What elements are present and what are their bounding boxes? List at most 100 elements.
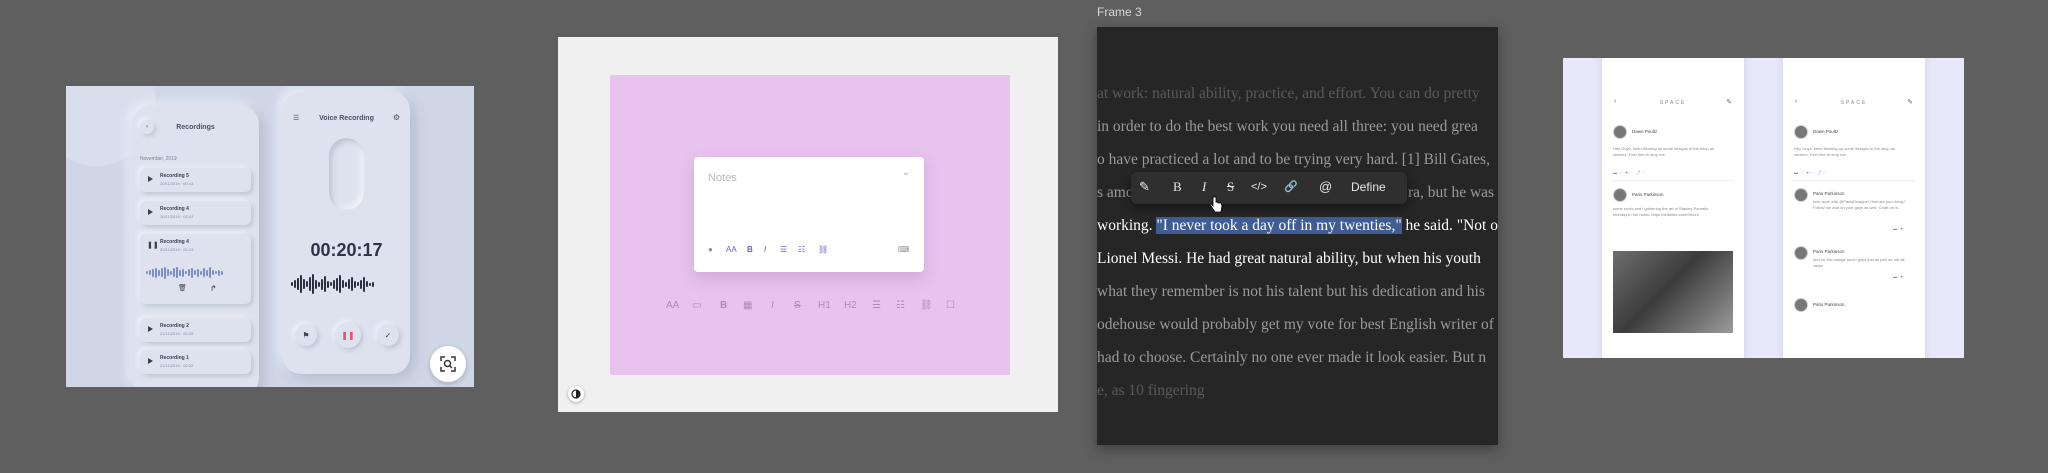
mention-icon[interactable]: @ (1319, 179, 1332, 194)
text-segment: working. (1097, 217, 1153, 234)
text-segment: he said. "Not o (1405, 217, 1498, 234)
link-icon[interactable]: 🔗 (1284, 180, 1298, 193)
heading1-icon[interactable]: H1 (818, 300, 831, 311)
avatar[interactable] (1613, 125, 1627, 139)
post-user[interactable]: Dawn Poultz (1632, 129, 1657, 134)
code-icon[interactable]: </> (1251, 181, 1267, 193)
recordings-phone: ‹ Recordings November, 2019 Recording 5 … (132, 106, 259, 387)
text-line: in order to do the best work you need al… (1097, 118, 1478, 135)
text-line: e, as 10 fingering (1097, 382, 1205, 399)
bullet-list-icon[interactable]: ☰ (872, 300, 881, 311)
italic-icon[interactable]: I (1202, 179, 1206, 195)
post-text: Hey Guys, been thinking up some designs … (1613, 146, 1714, 157)
live-waveform (291, 274, 403, 294)
text-line: ra, but he was (1408, 184, 1495, 201)
text-line: odehouse would probably get my vote for … (1097, 316, 1494, 333)
recording-item[interactable]: Recording 1 21/11/2019 · 00:22 (140, 350, 251, 374)
text-line-selected[interactable]: working. "I never took a day off in my t… (1097, 217, 1498, 235)
recording-item[interactable]: Recording 4 20/11/2019 · 00:43 (140, 201, 251, 225)
theme-toggle-icon[interactable] (568, 386, 584, 402)
reply-user[interactable]: Paris Parkinson (1813, 302, 1845, 307)
recording-date: 20/11/2019 · 00:43 (160, 214, 194, 219)
play-icon[interactable] (148, 326, 153, 332)
keyboard-icon[interactable]: ▭ (692, 300, 701, 311)
feed-screen-left: ‹ SPACE ✎ Dawn Poultz Hey Guys, been thi… (1602, 58, 1744, 358)
recording-date: 20/11/2019 · 00:43 (160, 247, 194, 252)
mic-visual (329, 138, 364, 210)
reply-actions[interactable]: ▬ ♥ (1893, 226, 1903, 231)
avatar[interactable] (1794, 298, 1808, 312)
recording-item[interactable]: Recording 5 20/11/2019 · 00:43 (140, 168, 251, 192)
avatar[interactable] (1613, 188, 1627, 202)
recordings-title: Recordings (176, 124, 215, 131)
compose-icon[interactable]: ✎ (1726, 98, 1732, 106)
text-line: what they remember is not his talent but… (1097, 283, 1485, 300)
trash-icon[interactable]: 🗑 (178, 284, 187, 292)
check-icon[interactable]: ✓ (377, 324, 399, 346)
recording-name: Recording 4 (160, 206, 189, 212)
post-text: Hey Guys, been thinking up some designs … (1794, 146, 1895, 157)
reply-actions[interactable]: ▬ ♥ (1893, 274, 1903, 279)
feed-screen-right: ‹ SPACE ✎ Dawn Poultz Hey Guys, been thi… (1783, 58, 1925, 358)
feed-header: SPACE (1840, 100, 1868, 106)
bottom-toolbar: AA ▭ B ▦ I S H1 H2 ☰ ☷ ⛓ ☐ (558, 37, 1058, 412)
post-user[interactable]: Dawn Poultz (1813, 129, 1838, 134)
capture-icon[interactable] (430, 346, 466, 382)
settings-icon[interactable]: ⚙ (393, 113, 400, 122)
reply-text: love work with @PaulsDesigns! How are yo… (1813, 199, 1906, 210)
feed-header: SPACE (1659, 100, 1687, 106)
reply-user[interactable]: Paris Parkinson (1813, 249, 1845, 254)
numbered-list-icon[interactable]: ☷ (896, 300, 905, 311)
play-icon[interactable] (148, 176, 153, 182)
recording-name: Recording 1 (160, 355, 189, 361)
link-icon[interactable]: ⛓ (920, 300, 933, 311)
share-icon[interactable]: ↱ (210, 284, 217, 293)
italic-icon[interactable]: I (771, 300, 774, 311)
selected-text[interactable]: "I never took a day off in my twenties," (1156, 217, 1402, 234)
recording-date: 21/11/2019 · 00:22 (160, 363, 194, 368)
bold-icon[interactable]: B (720, 300, 727, 311)
bold-icon[interactable]: B (1173, 179, 1182, 195)
recording-item[interactable]: Recording 2 21/11/2019 · 00:28 (140, 318, 251, 342)
play-icon[interactable] (148, 209, 153, 215)
table-icon[interactable]: ▦ (743, 300, 752, 311)
pause-button[interactable]: ❚❚ (335, 322, 361, 348)
font-size-icon[interactable]: AA (666, 300, 679, 311)
avatar[interactable] (1794, 125, 1808, 139)
post-actions[interactable]: ▬ ··· ♥ ··· ⤴ ··· (1613, 170, 1645, 176)
hand-cursor-icon (1209, 196, 1223, 213)
post-photo[interactable] (1613, 251, 1733, 333)
play-icon[interactable] (148, 358, 153, 364)
text-line: o have practiced a lot and to be trying … (1097, 151, 1490, 168)
strike-icon[interactable]: S (794, 300, 801, 311)
avatar[interactable] (1794, 246, 1808, 260)
post-actions[interactable]: ▬ ··· ♥ ··· ⤴ ··· (1794, 170, 1826, 176)
waveform[interactable] (146, 264, 250, 279)
recording-name: Recording 5 (160, 173, 189, 179)
strikethrough-icon[interactable]: S (1227, 179, 1234, 195)
post-user[interactable]: Paris Parkinson (1632, 192, 1664, 197)
recording-date: 21/11/2019 · 00:28 (160, 331, 194, 336)
recording-timer: 00:20:17 (310, 240, 383, 260)
reply-text: and for the orange touch grips just as p… (1813, 257, 1905, 268)
frame-recordings: ‹ Recordings November, 2019 Recording 5 … (66, 86, 474, 387)
recording-date: 20/11/2019 · 00:43 (160, 181, 194, 186)
contrast-svg (571, 389, 581, 399)
highlighter-icon[interactable]: ✎ (1139, 179, 1150, 195)
heading2-icon[interactable]: H2 (844, 300, 857, 311)
comment-icon[interactable]: ☐ (946, 300, 955, 311)
pause-icon[interactable]: ❚❚ (147, 241, 159, 249)
define-button[interactable]: Define (1351, 180, 1386, 194)
text-line: had to choose. Certainly no one ever mad… (1097, 349, 1487, 366)
voice-recording-title: Voice Recording (319, 115, 374, 122)
text-line: Lionel Messi. He had great natural abili… (1097, 250, 1481, 267)
text-line: s amo (1097, 184, 1134, 201)
voice-recording-phone: ☰ Voice Recording ⚙ 00:20:17 ⚑ ❚❚ ✓ (283, 92, 410, 374)
month-label: November, 2019 (140, 156, 177, 162)
avatar[interactable] (1794, 188, 1808, 202)
flag-icon[interactable]: ⚑ (295, 324, 317, 346)
recording-item-expanded[interactable]: ❚❚ Recording 4 20/11/2019 · 00:43 🗑 ↱ (140, 234, 251, 304)
reply-user[interactable]: Paris Parkinson (1813, 191, 1845, 196)
text-line: at work: natural ability, practice, and … (1097, 85, 1480, 102)
compose-icon[interactable]: ✎ (1907, 98, 1913, 106)
